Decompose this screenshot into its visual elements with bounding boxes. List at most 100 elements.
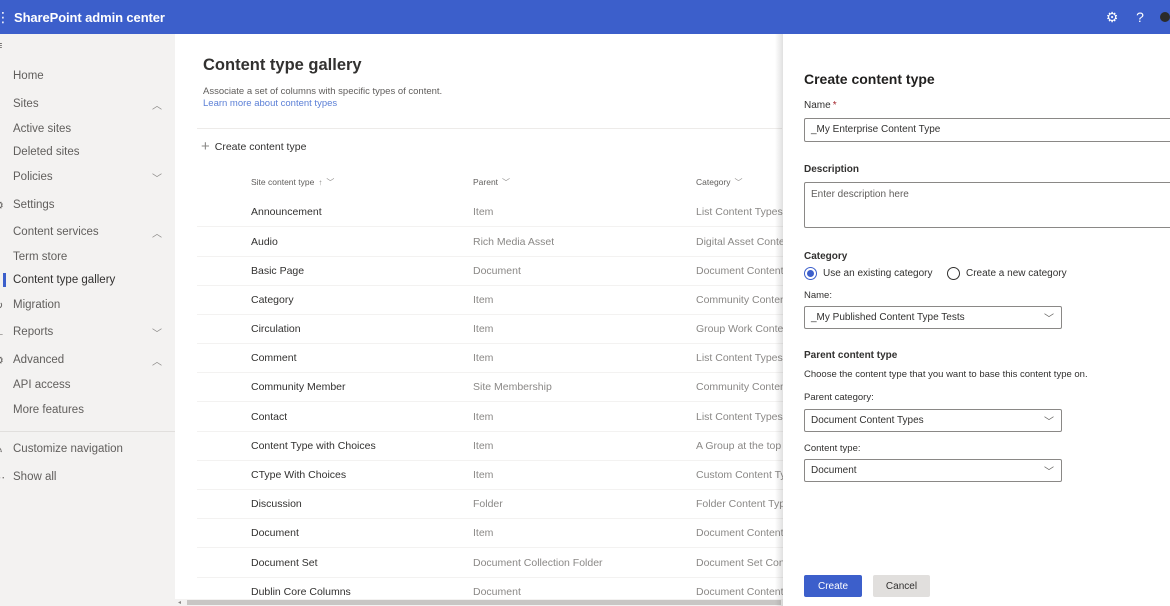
radio-new-category[interactable]: Create a new category — [947, 267, 1067, 280]
cell-name[interactable]: Basic Page — [251, 265, 304, 277]
nav-item-label: Deleted sites — [13, 146, 80, 158]
table-row[interactable]: Contact Item List Content Types — [197, 403, 787, 432]
content-type-dropdown[interactable]: Document ﹀ — [804, 459, 1062, 482]
create-button[interactable]: Create — [804, 575, 862, 597]
category-name-dropdown[interactable]: _My Published Content Type Tests ﹀ — [804, 306, 1062, 329]
collapse-nav-icon[interactable]: ≡ — [0, 40, 2, 52]
name-label-text: Name — [804, 100, 831, 111]
description-label: Description — [804, 164, 860, 175]
nav-item-label: Home — [13, 70, 44, 82]
cell-category: Document Set Content Types — [696, 557, 784, 569]
app-launcher-icon[interactable]: ⋮ — [0, 9, 10, 26]
content-type-value: Document — [811, 465, 857, 476]
nav-item-api-access[interactable]: API access — [0, 373, 175, 397]
table-row[interactable]: Document Set Document Collection Folder … — [197, 549, 787, 578]
chevron-down-icon: ﹀ — [1044, 314, 1054, 325]
cell-name[interactable]: CType With Choices — [251, 469, 346, 481]
cell-name[interactable]: Circulation — [251, 323, 301, 335]
table-row[interactable]: CType With Choices Item Custom Content T… — [197, 461, 787, 490]
radio-checked-icon[interactable] — [804, 267, 817, 280]
app-title[interactable]: SharePoint admin center — [14, 10, 165, 25]
cell-name[interactable]: Dublin Core Columns — [251, 586, 351, 598]
nav-item-show-all[interactable]: ⋯ Show all — [0, 465, 175, 489]
left-navigation: ≡ ⌂ Home ▯ Sites ︿ Active sites Deleted … — [0, 34, 175, 606]
panel-title: Create content type — [804, 71, 935, 87]
cell-name[interactable]: Community Member — [251, 381, 346, 393]
cell-category: Community Content Types — [696, 294, 784, 306]
cell-parent: Item — [473, 527, 494, 539]
parent-content-type-label: Parent content type — [804, 350, 898, 361]
reports-icon: ∟ — [0, 326, 6, 338]
create-content-type-command[interactable]: + Create content type — [201, 138, 306, 155]
cell-category: Document Content Types — [696, 265, 784, 277]
nav-item-policies[interactable]: ▯ Policies ﹀ — [0, 165, 175, 189]
cell-parent: Item — [473, 294, 494, 306]
sites-icon: ▯ — [0, 98, 6, 111]
table-row[interactable]: Document Item Document Content Types — [197, 519, 787, 548]
cell-name[interactable]: Document — [251, 527, 299, 539]
cell-name[interactable]: Discussion — [251, 498, 302, 510]
settings-icon[interactable]: ⚙ — [1098, 0, 1126, 34]
cell-parent: Item — [473, 411, 494, 423]
nav-item-sites[interactable]: ▯ Sites ︿ — [0, 92, 175, 116]
cell-category: Digital Asset Content Types — [696, 236, 784, 248]
nav-item-customize-navigation[interactable]: ✎ Customize navigation — [0, 437, 175, 461]
table-row[interactable]: Content Type with Choices Item A Group a… — [197, 432, 787, 461]
help-icon[interactable]: ? — [1126, 0, 1154, 34]
table-row[interactable]: Audio Rich Media Asset Digital Asset Con… — [197, 228, 787, 257]
nav-item-content-services[interactable]: ▯ Content services ︿ — [0, 220, 175, 244]
nav-item-deleted-sites[interactable]: Deleted sites — [0, 140, 175, 164]
cell-category: Group Work Content Types — [696, 323, 784, 335]
nav-item-active-sites[interactable]: Active sites — [0, 117, 175, 141]
nav-item-reports[interactable]: ∟ Reports ﹀ — [0, 320, 175, 344]
learn-more-link[interactable]: Learn more about content types — [203, 98, 337, 109]
cell-category: Document Content Types — [696, 586, 784, 598]
nav-item-more-features[interactable]: More features — [0, 398, 175, 422]
cell-name[interactable]: Comment — [251, 352, 297, 364]
table-row[interactable]: Announcement Item List Content Types — [197, 198, 787, 227]
column-header-name[interactable]: Site content type ↑ ﹀ — [251, 177, 334, 188]
table-row[interactable]: Community Member Site Membership Communi… — [197, 373, 787, 402]
cell-parent: Item — [473, 440, 494, 452]
cell-name[interactable]: Document Set — [251, 557, 318, 569]
nav-item-settings[interactable]: ⚙ Settings — [0, 193, 175, 217]
column-header-category[interactable]: Category ﹀ — [696, 177, 743, 188]
nav-item-term-store[interactable]: Term store — [0, 245, 175, 269]
nav-item-label: Policies — [13, 171, 53, 183]
table-row[interactable]: Circulation Item Group Work Content Type… — [197, 315, 787, 344]
table-row[interactable]: Basic Page Document Document Content Typ… — [197, 257, 787, 286]
name-field[interactable]: _My Enterprise Content Type — [804, 118, 1170, 142]
scroll-left-icon[interactable]: ◂ — [178, 599, 181, 606]
cell-name[interactable]: Audio — [251, 236, 278, 248]
radio-existing-category[interactable]: Use an existing category — [804, 267, 933, 280]
cell-name[interactable]: Announcement — [251, 206, 322, 218]
table-row[interactable]: Category Item Community Content Types — [197, 286, 787, 315]
table-row[interactable]: Comment Item List Content Types — [197, 344, 787, 373]
cell-name[interactable]: Contact — [251, 411, 287, 423]
radio-existing-label: Use an existing category — [823, 268, 933, 279]
chevron-down-icon: ﹀ — [1044, 467, 1054, 478]
nav-item-content-type-gallery[interactable]: Content type gallery — [0, 268, 175, 292]
nav-item-home[interactable]: ⌂ Home — [0, 64, 175, 88]
category-name-value: _My Published Content Type Tests — [811, 312, 965, 323]
chevron-up-icon: ︿ — [152, 228, 162, 240]
sort-ascending-icon: ↑ — [318, 178, 323, 187]
table-row[interactable]: Discussion Folder Folder Content Types — [197, 490, 787, 519]
avatar[interactable] — [1160, 12, 1170, 22]
column-header-label: Site content type — [251, 177, 315, 187]
nav-item-advanced[interactable]: ⚙ Advanced ︿ — [0, 348, 175, 372]
description-field[interactable]: Enter description here — [804, 182, 1170, 228]
nav-item-label: Advanced — [13, 354, 65, 366]
horizontal-scrollbar[interactable]: ◂ — [175, 599, 783, 606]
parent-category-dropdown[interactable]: Document Content Types ﹀ — [804, 409, 1062, 432]
radio-unchecked-icon[interactable] — [947, 267, 960, 280]
cell-name[interactable]: Content Type with Choices — [251, 440, 376, 452]
chevron-down-icon: ﹀ — [1044, 417, 1054, 428]
cell-name[interactable]: Category — [251, 294, 294, 306]
column-header-parent[interactable]: Parent ﹀ — [473, 177, 510, 188]
nav-item-label: API access — [13, 379, 71, 391]
page-description: Associate a set of columns with specific… — [203, 86, 443, 97]
nav-item-migration[interactable]: ↻ Migration — [0, 293, 175, 317]
scrollbar-thumb[interactable] — [187, 600, 781, 605]
cancel-button[interactable]: Cancel — [873, 575, 930, 597]
